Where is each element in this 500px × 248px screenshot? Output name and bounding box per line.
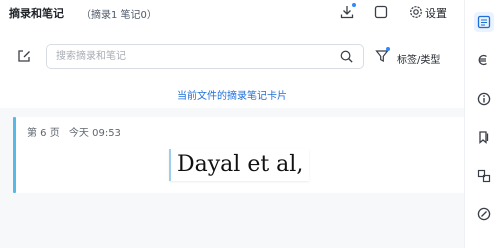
card-accent-bar	[13, 117, 16, 193]
gear-icon	[410, 6, 422, 18]
rail-chat-button[interactable]	[474, 204, 494, 224]
rail-bookmark-button[interactable]	[474, 127, 494, 147]
edit-note-icon	[18, 50, 30, 62]
card-page: 第 6 页	[27, 128, 60, 139]
rail-ocr-button[interactable]	[474, 166, 494, 186]
search-row: 标签/类型	[0, 40, 464, 72]
rail-notes-button[interactable]	[474, 12, 494, 32]
search-box	[46, 44, 364, 69]
ocr-icon	[477, 169, 491, 183]
note-counts: （摘录1 笔记0）	[81, 10, 157, 21]
rail-translate-button[interactable]	[474, 50, 494, 70]
rail-info-button[interactable]	[474, 89, 494, 109]
card-meta: 第 6 页 今天 09:53	[27, 124, 127, 139]
card-list: 第 6 页 今天 09:53 Dayal et al,	[0, 108, 464, 248]
new-note-button[interactable]	[16, 48, 32, 64]
bookmark-icon	[479, 131, 489, 144]
info-icon	[477, 92, 491, 106]
panel-header: 摘录和笔记 （摘录1 笔记0） 设置	[0, 0, 464, 26]
checkbox-icon	[374, 5, 388, 19]
new-dot-indicator	[352, 3, 356, 7]
card-excerpt: Dayal et al,	[169, 149, 310, 181]
note-card[interactable]: 第 6 页 今天 09:53 Dayal et al,	[13, 117, 464, 193]
filter-dot-indicator	[386, 47, 390, 51]
notes-icon	[477, 15, 491, 29]
export-button[interactable]	[339, 3, 356, 20]
panel-title: 摘录和笔记	[9, 7, 64, 20]
search-input[interactable]	[56, 48, 326, 65]
chat-icon	[477, 207, 491, 221]
select-all-checkbox[interactable]	[373, 4, 389, 20]
tag-type-label[interactable]: 标签/类型	[397, 51, 440, 66]
settings-label[interactable]: 设置	[425, 5, 447, 21]
search-icon[interactable]	[339, 49, 354, 64]
notes-panel: 摘录和笔记 （摘录1 笔记0） 设置 搜索摘录和笔记 标签/类型 当前文件的摘录…	[0, 0, 464, 248]
translate-icon	[478, 54, 487, 66]
right-toolbar	[464, 0, 500, 248]
card-date: 今天 09:53	[68, 128, 121, 139]
settings-button[interactable]	[408, 4, 424, 20]
current-file-cards-link[interactable]: 当前文件的摘录笔记卡片	[0, 87, 464, 102]
filter-button[interactable]	[374, 47, 390, 64]
